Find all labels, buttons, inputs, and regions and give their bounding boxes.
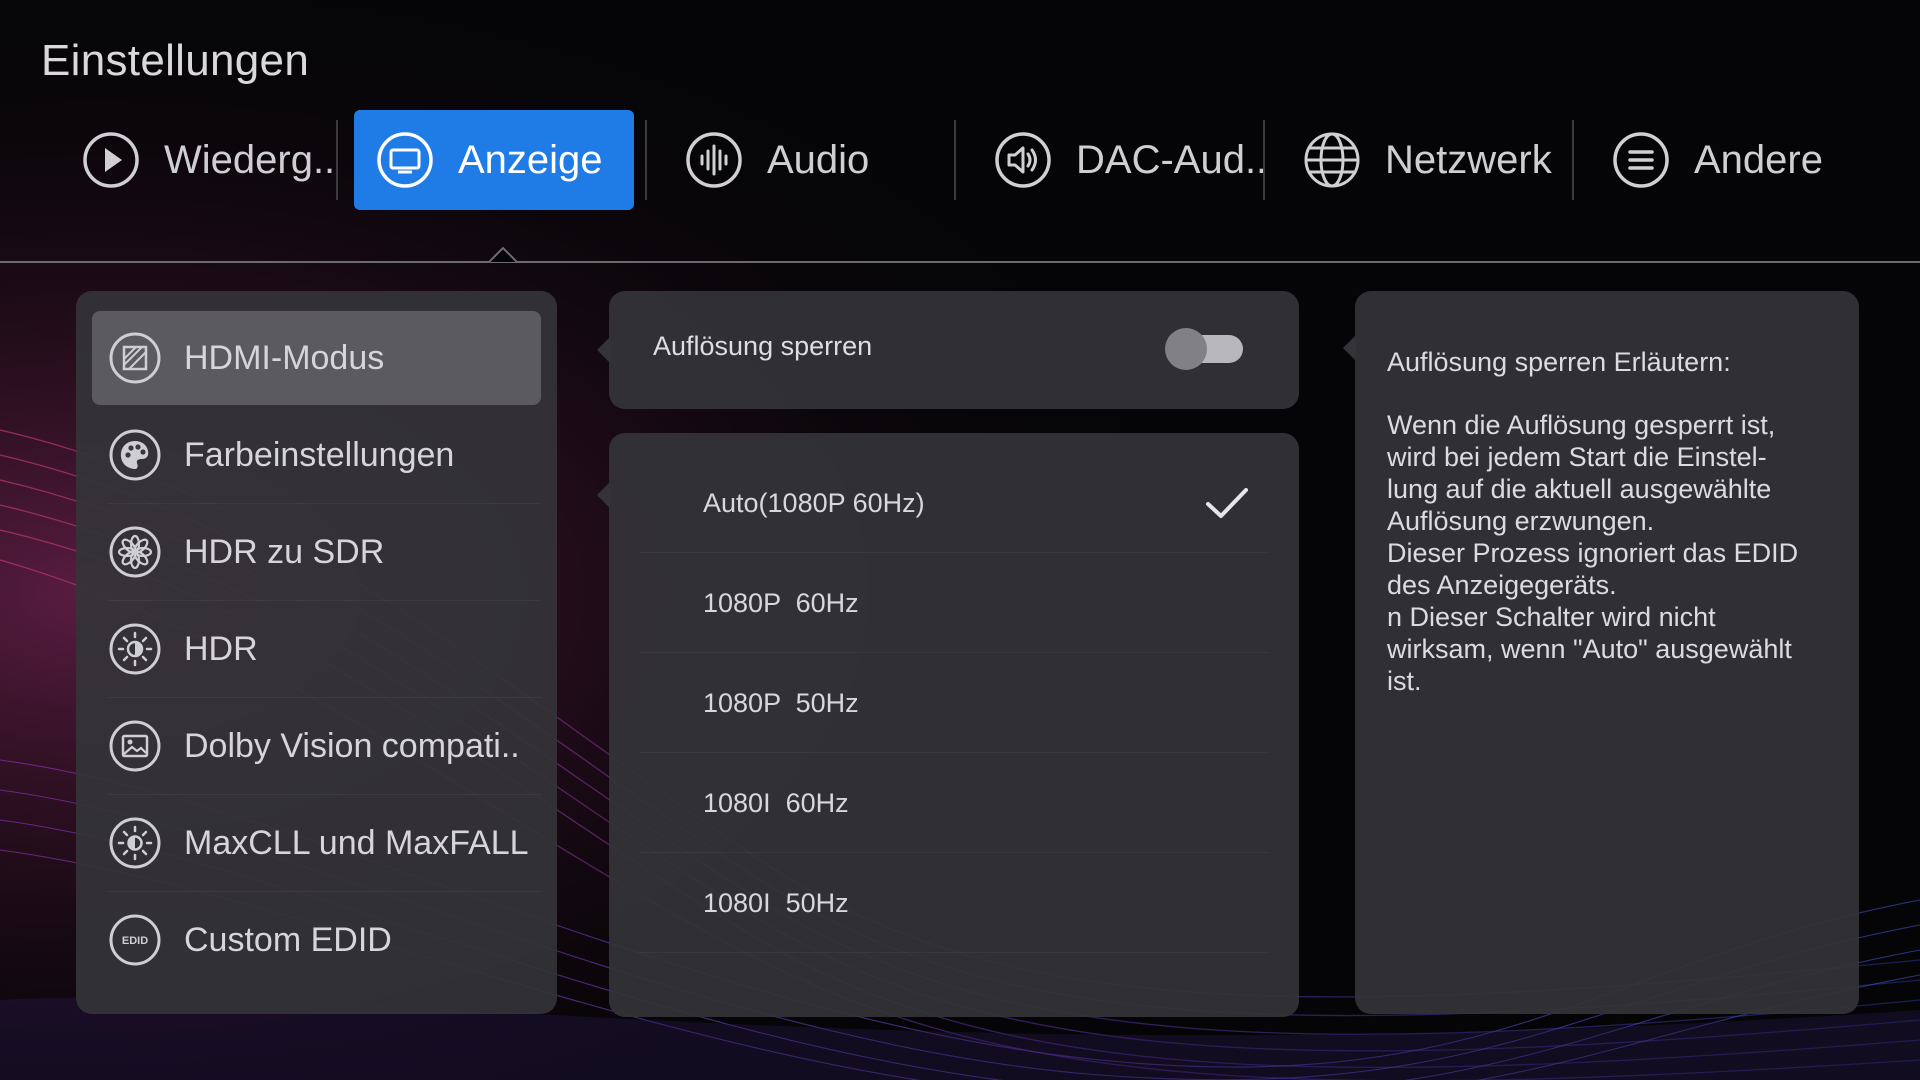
- tab-underline: [0, 261, 1920, 263]
- checkmark-icon: [1206, 488, 1248, 518]
- sidebar-item-dolby-vision[interactable]: Dolby Vision compati..: [92, 699, 541, 795]
- tab-network[interactable]: Netzwerk: [1281, 110, 1561, 210]
- info-line: ist.: [1387, 666, 1422, 696]
- sidebar-item-hdr[interactable]: HDR: [92, 602, 541, 698]
- lock-resolution-label: Auflösung sperren: [653, 331, 873, 361]
- sidebar-item-label: HDR zu SDR: [184, 532, 385, 571]
- resolution-list-panel: Auto(1080P 60Hz) 1080P 60Hz 1080P 50Hz 1…: [609, 433, 1299, 1017]
- audio-waveform-icon: [686, 132, 742, 188]
- sidebar-item-custom-edid[interactable]: EDID Custom EDID: [92, 893, 541, 987]
- resolution-list: Auto(1080P 60Hz) 1080P 60Hz 1080P 50Hz 1…: [609, 453, 1299, 953]
- panel-pointer: [597, 482, 610, 508]
- sidebar-item-label: Custom EDID: [184, 920, 392, 959]
- sidebar-item-label: Farbeinstellungen: [184, 435, 455, 474]
- tab-display[interactable]: Anzeige: [354, 110, 634, 210]
- resolution-label: Auto(1080P 60Hz): [703, 487, 925, 518]
- tab-divider: [336, 120, 338, 200]
- active-tab-caret: [489, 247, 517, 263]
- tab-divider: [954, 120, 956, 200]
- resolution-option-1080p-60[interactable]: 1080P 60Hz: [609, 553, 1299, 653]
- info-line: Dieser Prozess ignoriert das EDID: [1387, 538, 1799, 568]
- palette-icon: [109, 429, 161, 481]
- resolution-option-auto[interactable]: Auto(1080P 60Hz): [609, 453, 1299, 553]
- flower-aperture-icon: [109, 526, 161, 578]
- edid-icon-text: EDID: [122, 935, 148, 947]
- info-line: Wenn die Auflösung gesperrt ist,: [1387, 410, 1776, 440]
- tab-label: DAC-Aud..: [1076, 137, 1268, 182]
- tab-label: Anzeige: [458, 137, 603, 182]
- picture-icon: [109, 720, 161, 772]
- info-line: Auflösung erzwungen.: [1387, 506, 1655, 536]
- panel-pointer: [1343, 335, 1356, 361]
- sidebar-item-label: HDMI-Modus: [184, 338, 385, 377]
- sidebar-item-hdr-to-sdr[interactable]: HDR zu SDR: [92, 505, 541, 601]
- tab-label: Andere: [1694, 137, 1823, 182]
- brightness-icon: [109, 817, 161, 869]
- lock-resolution-toggle[interactable]: [1165, 328, 1243, 370]
- hdr-sun-icon: [109, 623, 161, 675]
- resolution-label: 1080I 60Hz: [703, 787, 849, 818]
- tab-other[interactable]: Andere: [1590, 110, 1870, 210]
- panel-pointer: [597, 337, 610, 363]
- page-title: Einstellungen: [41, 36, 310, 85]
- tab-dac-audio[interactable]: DAC-Aud..: [972, 110, 1267, 210]
- sidebar-item-label: Dolby Vision compati..: [184, 726, 520, 765]
- tab-divider: [1572, 120, 1574, 200]
- info-line: wirksam, wenn "Auto" ausgewählt: [1387, 634, 1792, 664]
- info-line: des Anzeigegeräts.: [1387, 570, 1617, 600]
- top-tab-bar: Wiederg.. Anzeige Audio DAC-Aud.. Netzwe…: [40, 110, 1880, 210]
- resolution-label: 1080I 50Hz: [703, 887, 849, 918]
- tab-divider: [1263, 120, 1265, 200]
- menu-lines-icon: [1613, 132, 1669, 188]
- info-panel: Auflösung sperren Erläutern: Wenn die Au…: [1355, 291, 1859, 1014]
- info-title: Auflösung sperren Erläutern:: [1387, 347, 1731, 377]
- sidebar-item-label: MaxCLL und MaxFALL: [184, 823, 529, 862]
- tab-audio[interactable]: Audio: [663, 110, 943, 210]
- edid-icon: EDID: [109, 914, 161, 966]
- tab-label: Wiederg..: [164, 137, 336, 182]
- sidebar-item-hdmi-mode[interactable]: HDMI-Modus: [92, 311, 541, 405]
- resolution-option-1080i-50[interactable]: 1080I 50Hz: [609, 853, 1299, 953]
- tab-divider: [645, 120, 647, 200]
- info-line: wird bei jedem Start die Einstel-: [1387, 442, 1767, 472]
- sidebar-item-maxcll-maxfall[interactable]: MaxCLL und MaxFALL: [92, 796, 541, 892]
- info-line: n Dieser Schalter wird nicht: [1387, 602, 1716, 632]
- resolution-label: 1080P 60Hz: [703, 587, 859, 618]
- sidebar-menu: HDMI-Modus Farbeinstellungen HDR zu SDR: [76, 291, 557, 1014]
- resolution-option-1080i-60[interactable]: 1080I 60Hz: [609, 753, 1299, 853]
- tab-playback[interactable]: Wiederg..: [60, 110, 340, 210]
- resolution-label: 1080P 50Hz: [703, 687, 859, 718]
- tab-label: Netzwerk: [1385, 137, 1552, 182]
- monitor-icon: [377, 132, 433, 188]
- info-description: Wenn die Auflösung gesperrt ist, wird be…: [1387, 409, 1837, 697]
- resolution-option-1080p-50[interactable]: 1080P 50Hz: [609, 653, 1299, 753]
- sidebar-item-label: HDR: [184, 629, 258, 668]
- play-icon: [83, 132, 139, 188]
- tab-label: Audio: [767, 137, 870, 182]
- hdmi-mode-icon: [109, 332, 161, 384]
- sidebar-item-color-settings[interactable]: Farbeinstellungen: [92, 408, 541, 504]
- info-line: lung auf die aktuell ausgewählte: [1387, 474, 1772, 504]
- toggle-knob: [1165, 328, 1207, 370]
- speaker-icon: [995, 132, 1051, 188]
- globe-icon: [1304, 132, 1360, 188]
